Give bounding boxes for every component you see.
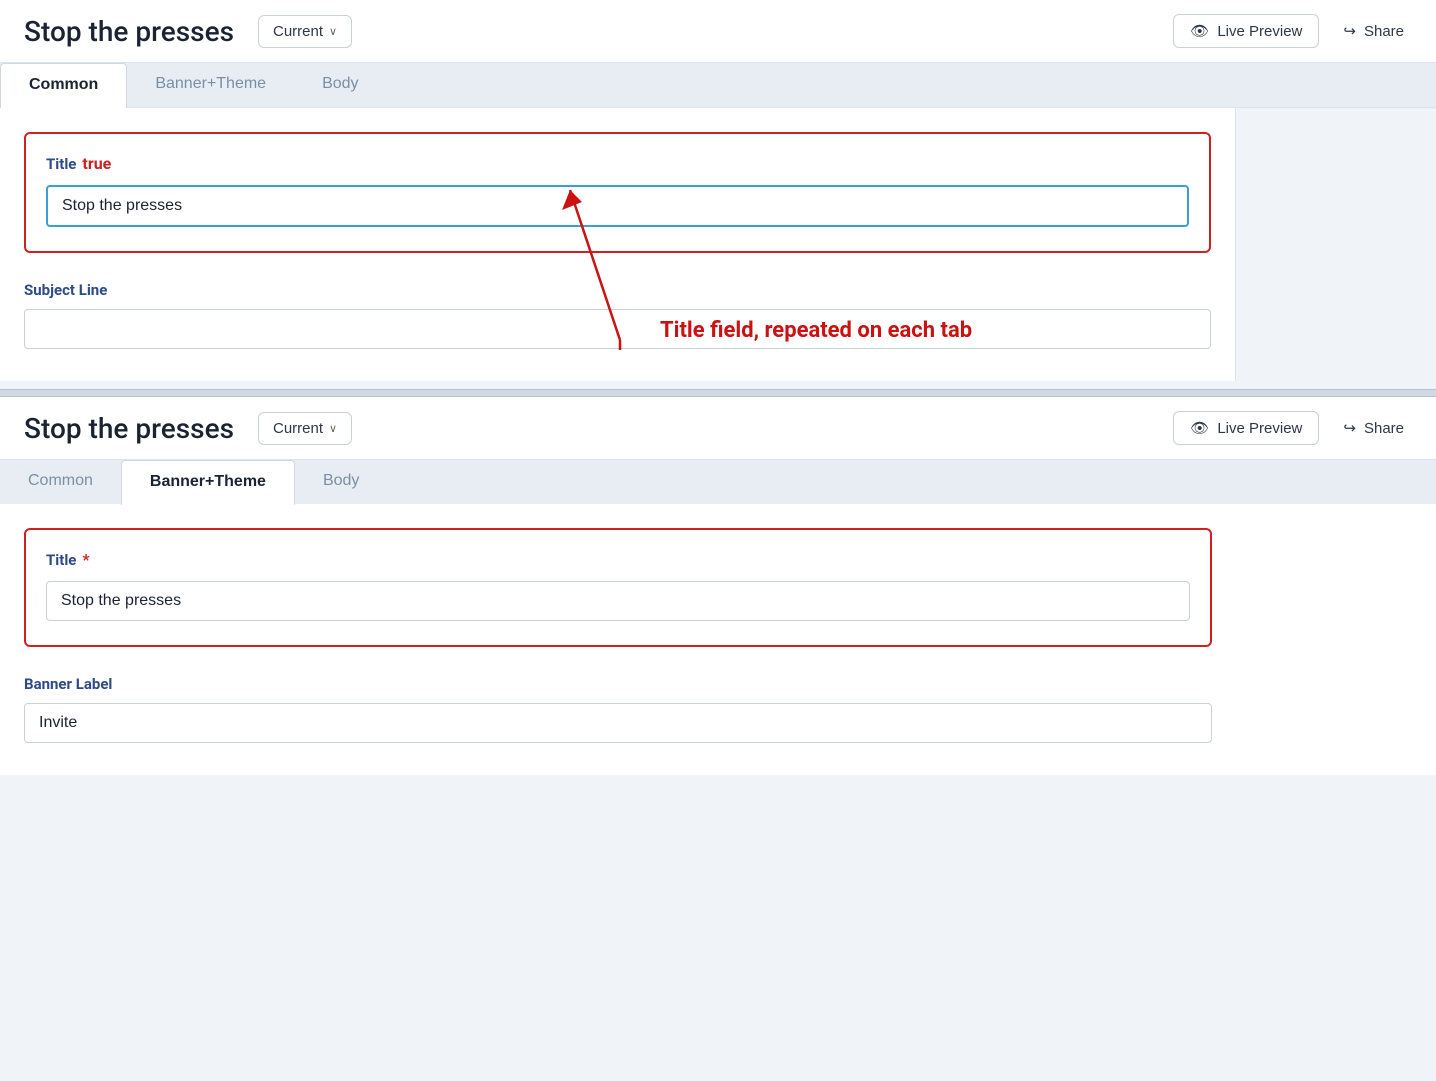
tab-banner-theme-top[interactable]: Banner+Theme xyxy=(127,63,294,107)
bottom-live-preview-button[interactable]: 👁 Live Preview xyxy=(1173,411,1319,445)
bottom-live-preview-label: Live Preview xyxy=(1217,420,1302,437)
current-label: Current xyxy=(273,23,323,40)
tab-common-top[interactable]: Common xyxy=(0,63,127,108)
title-field-label-top: Title true xyxy=(46,154,1189,173)
top-panel: Stop the presses Current ∨ 👁 Live Previe… xyxy=(0,0,1436,108)
share-label: Share xyxy=(1364,23,1404,40)
live-preview-label: Live Preview xyxy=(1217,23,1302,40)
bottom-page-title: Stop the presses xyxy=(24,412,234,445)
title-field-section-top: Title true xyxy=(24,132,1211,253)
share-button[interactable]: ↪ Share xyxy=(1335,15,1412,47)
live-preview-button[interactable]: 👁 Live Preview xyxy=(1173,14,1319,48)
bottom-current-label: Current xyxy=(273,420,323,437)
bottom-tabs-bar: Common Banner+Theme Body xyxy=(0,460,1436,504)
bottom-panel-header: Stop the presses Current ∨ 👁 Live Previe… xyxy=(0,397,1436,460)
banner-label-input[interactable] xyxy=(24,703,1212,743)
bottom-share-icon: ↪ xyxy=(1343,419,1356,437)
panel-divider xyxy=(0,389,1436,397)
bottom-form-content: Title * Banner Label xyxy=(0,504,1236,775)
tab-body-bottom[interactable]: Body xyxy=(295,460,387,504)
tab-banner-theme-bottom[interactable]: Banner+Theme xyxy=(121,460,295,505)
banner-label-section: Banner Label xyxy=(24,675,1212,743)
title-input-top[interactable] xyxy=(46,185,1189,227)
tab-common-bottom[interactable]: Common xyxy=(0,460,121,504)
subject-line-label: Subject Line xyxy=(24,281,1211,299)
bottom-share-button[interactable]: ↪ Share xyxy=(1335,412,1412,444)
top-tabs-bar: Common Banner+Theme Body xyxy=(0,63,1436,107)
required-star-top: true xyxy=(82,154,111,173)
subject-line-section: Subject Line xyxy=(24,281,1211,349)
required-star-bottom: * xyxy=(82,550,89,569)
page-title: Stop the presses xyxy=(24,15,234,48)
title-input-bottom[interactable] xyxy=(46,581,1190,621)
eye-icon: 👁 xyxy=(1190,22,1209,40)
banner-label-label: Banner Label xyxy=(24,675,1212,693)
share-icon: ↪ xyxy=(1343,22,1356,40)
bottom-panel: Stop the presses Current ∨ 👁 Live Previe… xyxy=(0,397,1436,775)
top-panel-header: Stop the presses Current ∨ 👁 Live Previe… xyxy=(0,0,1436,63)
subject-line-input[interactable] xyxy=(24,309,1211,349)
tab-body-top[interactable]: Body xyxy=(294,63,386,107)
chevron-down-icon: ∨ xyxy=(329,25,337,38)
title-field-section-bottom: Title * xyxy=(24,528,1212,647)
bottom-current-dropdown-button[interactable]: Current ∨ xyxy=(258,412,352,445)
bottom-share-label: Share xyxy=(1364,420,1404,437)
top-form-content: Title true Subject Line xyxy=(0,108,1236,381)
bottom-eye-icon: 👁 xyxy=(1190,419,1209,437)
current-dropdown-button[interactable]: Current ∨ xyxy=(258,15,352,48)
title-field-label-bottom: Title * xyxy=(46,550,1190,569)
bottom-chevron-down-icon: ∨ xyxy=(329,422,337,435)
